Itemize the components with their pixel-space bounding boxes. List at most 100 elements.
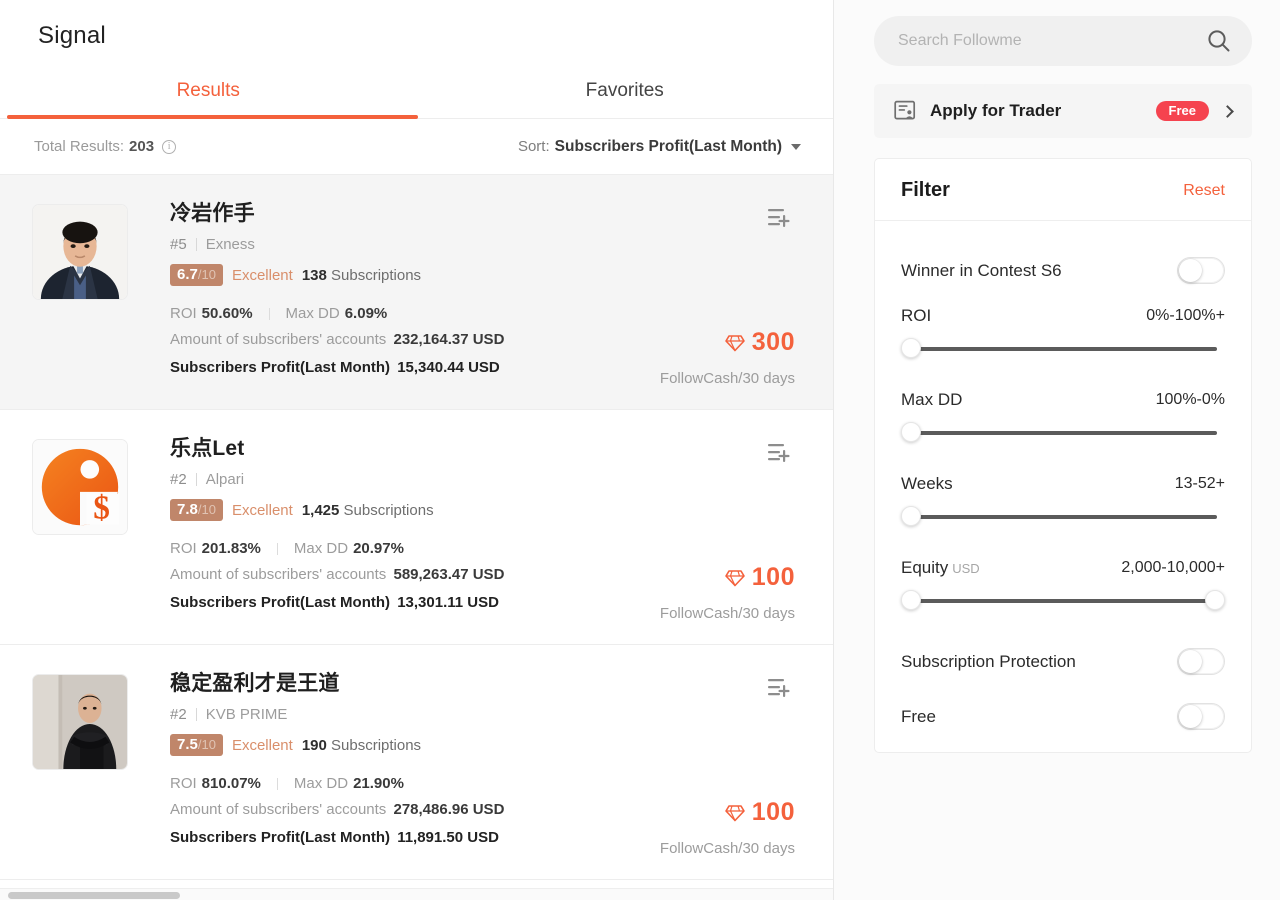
slider-maxdd[interactable] <box>901 422 1225 444</box>
trader-name[interactable]: 稳定盈利才是王道 <box>170 667 801 697</box>
slider-thumb-left[interactable] <box>901 590 921 610</box>
divider <box>277 543 278 555</box>
document-person-icon <box>894 100 916 122</box>
price-value: 300 <box>752 328 795 357</box>
slider-thumb-left[interactable] <box>901 338 921 358</box>
divider <box>277 778 278 790</box>
svg-text:$: $ <box>93 489 110 526</box>
trader-card[interactable]: 冷岩作手 #5 Exness 6.7/10 Excellent 138 S <box>0 175 833 410</box>
trader-stats: ROI 50.60% Max DD 6.09% <box>170 305 801 322</box>
scrollbar-thumb[interactable] <box>8 892 180 899</box>
chevron-right-icon[interactable] <box>1221 105 1234 118</box>
free-badge: Free <box>1156 101 1209 121</box>
divider <box>196 473 197 486</box>
apply-for-trader-banner[interactable]: Apply for Trader Free <box>874 84 1252 138</box>
tab-results[interactable]: Results <box>0 68 417 118</box>
results-toolbar: Total Results: 203 i Sort: Subscribers P… <box>0 119 833 175</box>
filter-label: Weeks <box>901 474 953 494</box>
rating-text: Excellent <box>232 737 293 754</box>
avatar-photo-man-suit <box>33 205 127 299</box>
toggle-knob <box>1179 650 1202 673</box>
toggle-winner-contest[interactable] <box>1177 257 1225 284</box>
trader-broker: KVB PRIME <box>206 706 288 723</box>
amount-label: Amount of subscribers' accounts <box>170 801 386 818</box>
subscriptions-label: Subscriptions <box>331 737 421 754</box>
trader-rating: 6.7/10 Excellent 138 Subscriptions <box>170 264 801 286</box>
slider-roi[interactable] <box>901 338 1225 360</box>
filter-label: ROI <box>901 306 931 326</box>
profit-value: 13,301.11 USD <box>397 594 499 611</box>
roi-label: ROI <box>170 305 197 322</box>
sort-dropdown[interactable]: Sort: Subscribers Profit(Last Month) <box>518 138 801 156</box>
toggle-knob <box>1179 259 1202 282</box>
search-bar[interactable] <box>874 16 1252 66</box>
price-block: 300 FollowCash/30 days <box>660 328 795 387</box>
sort-value: Subscribers Profit(Last Month) <box>555 138 782 156</box>
roi-label: ROI <box>170 540 197 557</box>
slider-thumb-left[interactable] <box>901 422 921 442</box>
trader-name[interactable]: 冷岩作手 <box>170 197 801 227</box>
trader-rating: 7.8/10 Excellent 1,425 Subscriptions <box>170 499 801 521</box>
trader-card[interactable]: $ 乐点Let #2 Alpari 7.8/10 Excellent <box>0 410 833 645</box>
add-to-list-icon[interactable] <box>767 207 791 234</box>
toggle-subscription-protection[interactable] <box>1177 648 1225 675</box>
tab-bar: Results Favorites <box>0 68 833 119</box>
trader-rating: 7.5/10 Excellent 190 Subscriptions <box>170 734 801 756</box>
subscriptions: 190 Subscriptions <box>302 737 421 754</box>
search-icon[interactable] <box>1206 28 1232 54</box>
reset-button[interactable]: Reset <box>1183 182 1225 200</box>
score-value: 7.5 <box>177 736 198 753</box>
roi-label: ROI <box>170 775 197 792</box>
filter-value: 2,000-10,000+ <box>1121 559 1225 577</box>
filter-row-roi: ROI 0%-100%+ <box>901 296 1225 332</box>
filter-value: 100%-0% <box>1156 391 1225 409</box>
filter-label: Max DD <box>901 390 962 410</box>
total-results: Total Results: 203 i <box>34 138 176 155</box>
amount-value: 589,263.47 USD <box>393 566 504 583</box>
trader-card[interactable]: 稳定盈利才是王道 #2 KVB PRIME 7.5/10 Excellent 1… <box>0 645 833 880</box>
horizontal-scrollbar[interactable] <box>0 888 834 900</box>
toggle-free[interactable] <box>1177 703 1225 730</box>
slider-equity[interactable] <box>901 590 1225 612</box>
diamond-icon <box>725 804 745 822</box>
filter-title: Filter <box>901 179 950 202</box>
active-tab-indicator <box>7 115 418 119</box>
apply-for-trader-label: Apply for Trader <box>930 101 1156 121</box>
info-icon[interactable]: i <box>162 140 176 154</box>
filter-label-unit: USD <box>952 561 979 576</box>
search-input[interactable] <box>898 32 1206 50</box>
right-sidebar: Apply for Trader Free Filter Reset Winne… <box>834 0 1280 900</box>
roi-value: 810.07% <box>202 775 261 792</box>
add-to-list-icon[interactable] <box>767 677 791 704</box>
avatar-logo-orange-dollar: $ <box>33 440 127 534</box>
trader-name[interactable]: 乐点Let <box>170 432 801 462</box>
filter-row-winner-contest: Winner in Contest S6 <box>901 241 1225 296</box>
trader-rank-broker: #5 Exness <box>170 236 801 253</box>
profit-label: Subscribers Profit(Last Month) <box>170 594 390 611</box>
subscriptions-count: 190 <box>302 737 327 754</box>
trader-card-body: 乐点Let #2 Alpari 7.8/10 Excellent 1,425 <box>128 432 801 624</box>
score-badge: 7.5/10 <box>170 734 223 756</box>
filter-row-maxdd: Max DD 100%-0% <box>901 380 1225 416</box>
slider-thumb-right[interactable] <box>1205 590 1225 610</box>
score-denominator: /10 <box>198 737 216 752</box>
filter-label: EquityUSD <box>901 558 980 578</box>
price-value: 100 <box>752 798 795 827</box>
filter-value: 13-52+ <box>1175 475 1225 493</box>
avatar-photo-man-arms-crossed <box>33 675 127 769</box>
amount-label: Amount of subscribers' accounts <box>170 331 386 348</box>
score-badge: 7.8/10 <box>170 499 223 521</box>
score-value: 7.8 <box>177 501 198 518</box>
maxdd-label: Max DD <box>294 775 348 792</box>
filter-row-equity: EquityUSD 2,000-10,000+ <box>901 548 1225 584</box>
filter-row-subscription-protection: Subscription Protection <box>901 632 1225 687</box>
slider-thumb-left[interactable] <box>901 506 921 526</box>
add-to-list-icon[interactable] <box>767 442 791 469</box>
maxdd-label: Max DD <box>294 540 348 557</box>
slider-weeks[interactable] <box>901 506 1225 528</box>
roi-value: 50.60% <box>202 305 253 322</box>
tab-favorites[interactable]: Favorites <box>417 68 834 118</box>
divider <box>269 308 270 320</box>
subscriptions-label: Subscriptions <box>344 502 434 519</box>
trader-rank-broker: #2 KVB PRIME <box>170 706 801 723</box>
